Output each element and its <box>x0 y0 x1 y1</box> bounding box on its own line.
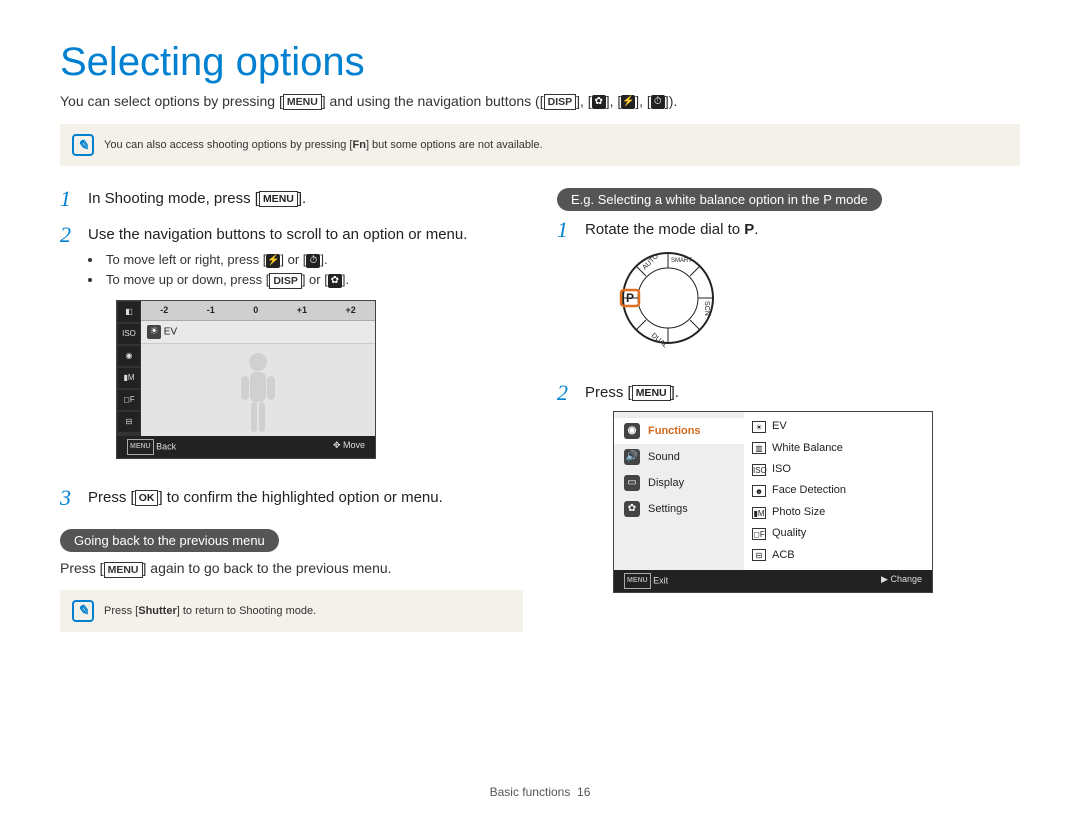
disp-button-label: DISP <box>544 94 577 110</box>
person-silhouette <box>141 344 375 436</box>
note-icon: ✎ <box>72 134 94 156</box>
display-icon: ▭ <box>624 475 640 491</box>
right-step-2: Press [MENU]. ◉ Functions 🔊 Sound <box>585 382 933 593</box>
sidebar-icon: ◻F <box>118 390 140 410</box>
svg-text:SMART: SMART <box>671 258 692 264</box>
substep-left-right: To move left or right, press [⚡] or [⏱]. <box>88 251 467 269</box>
left-step-3: Press [OK] to confirm the highlighted op… <box>88 487 443 508</box>
timer-icon: ⏱ <box>651 95 665 109</box>
menu-item-settings: ✿ Settings <box>614 496 744 522</box>
ev-scale: -2 -1 0 +1 +2 <box>141 301 375 321</box>
svg-text:SCN: SCN <box>703 301 710 316</box>
menu-option-ev: ☀EV <box>752 416 924 437</box>
note-box-2: ✎ Press [Shutter] to return to Shooting … <box>60 590 523 632</box>
gear-icon: ✿ <box>624 501 640 517</box>
mode-dial: P AUTO SMART SCN DUAL <box>613 248 758 354</box>
ok-button-label: OK <box>135 490 159 506</box>
menu-item-functions: ◉ Functions <box>614 418 744 444</box>
ev-label: EV <box>164 326 177 337</box>
note-box-1: ✎ You can also access shooting options b… <box>60 124 1020 166</box>
flash-icon: ⚡ <box>621 95 635 109</box>
flash-icon: ⚡ <box>266 254 280 268</box>
menu-item-display: ▭ Display <box>614 470 744 496</box>
substep-up-down: To move up or down, press [DISP] or [✿]. <box>88 271 467 289</box>
shutter-button-label: Shutter <box>138 605 177 617</box>
menu-button-label: MENU <box>259 191 298 207</box>
flower-icon: ✿ <box>592 95 606 109</box>
left-step-1: In Shooting mode, press [MENU]. <box>88 188 306 209</box>
note-icon: ✎ <box>72 600 94 622</box>
menu-option-photo: ▮MPhoto Size <box>752 502 924 523</box>
left-column: In Shooting mode, press [MENU]. Use the … <box>60 188 523 653</box>
sound-icon: 🔊 <box>624 449 640 465</box>
right-column: E.g. Selecting a white balance option in… <box>557 188 1020 653</box>
sidebar-icon: ◧ <box>118 302 140 322</box>
lcd-footer-change: Change <box>890 574 922 584</box>
menu-option-wb: ▥White Balance <box>752 438 924 459</box>
flower-icon: ✿ <box>328 274 342 288</box>
page-title: Selecting options <box>60 40 1020 85</box>
going-back-pill: Going back to the previous menu <box>60 529 279 552</box>
lcd-footer-back: Back <box>156 442 176 452</box>
intro-text: You can select options by pressing [MENU… <box>60 93 1020 110</box>
timer-icon: ⏱ <box>306 254 320 268</box>
menu-option-iso: ISOISO <box>752 459 924 480</box>
sidebar-icon: ⊟ <box>118 412 140 432</box>
menu-button-label: MENU <box>104 562 143 578</box>
left-step-2: Use the navigation buttons to scroll to … <box>88 224 467 245</box>
going-back-text: Press [MENU] again to go back to the pre… <box>60 560 523 577</box>
example-pill: E.g. Selecting a white balance option in… <box>557 188 882 211</box>
disp-button-label: DISP <box>269 273 302 289</box>
menu-button-label: MENU <box>283 94 322 110</box>
lcd-screenshot-left: ◧ ISO ◉ ▮M ◻F ⊟ -2 -1 <box>116 300 376 460</box>
lcd-screenshot-right: ◉ Functions 🔊 Sound ▭ Display <box>613 411 933 593</box>
lcd-footer-move: Move <box>343 440 365 450</box>
menu-option-face: ☻Face Detection <box>752 480 924 501</box>
sidebar-icon: ISO <box>118 324 140 344</box>
menu-item-sound: 🔊 Sound <box>614 444 744 470</box>
right-step-1: Rotate the mode dial to P. <box>585 219 758 368</box>
p-mode-label: P <box>744 221 754 238</box>
lcd-footer-exit: Exit <box>653 575 668 585</box>
menu-button-label: MENU <box>632 385 671 401</box>
menu-option-acb: ⊟ACB <box>752 545 924 566</box>
page-footer: Basic functions 16 <box>0 785 1080 799</box>
fn-button-label: Fn <box>352 139 365 151</box>
sidebar-icon: ◉ <box>118 346 140 366</box>
svg-text:P: P <box>626 291 634 305</box>
menu-option-quality: ◻FQuality <box>752 523 924 544</box>
sidebar-icon: ▮M <box>118 368 140 388</box>
camera-icon: ◉ <box>624 423 640 439</box>
